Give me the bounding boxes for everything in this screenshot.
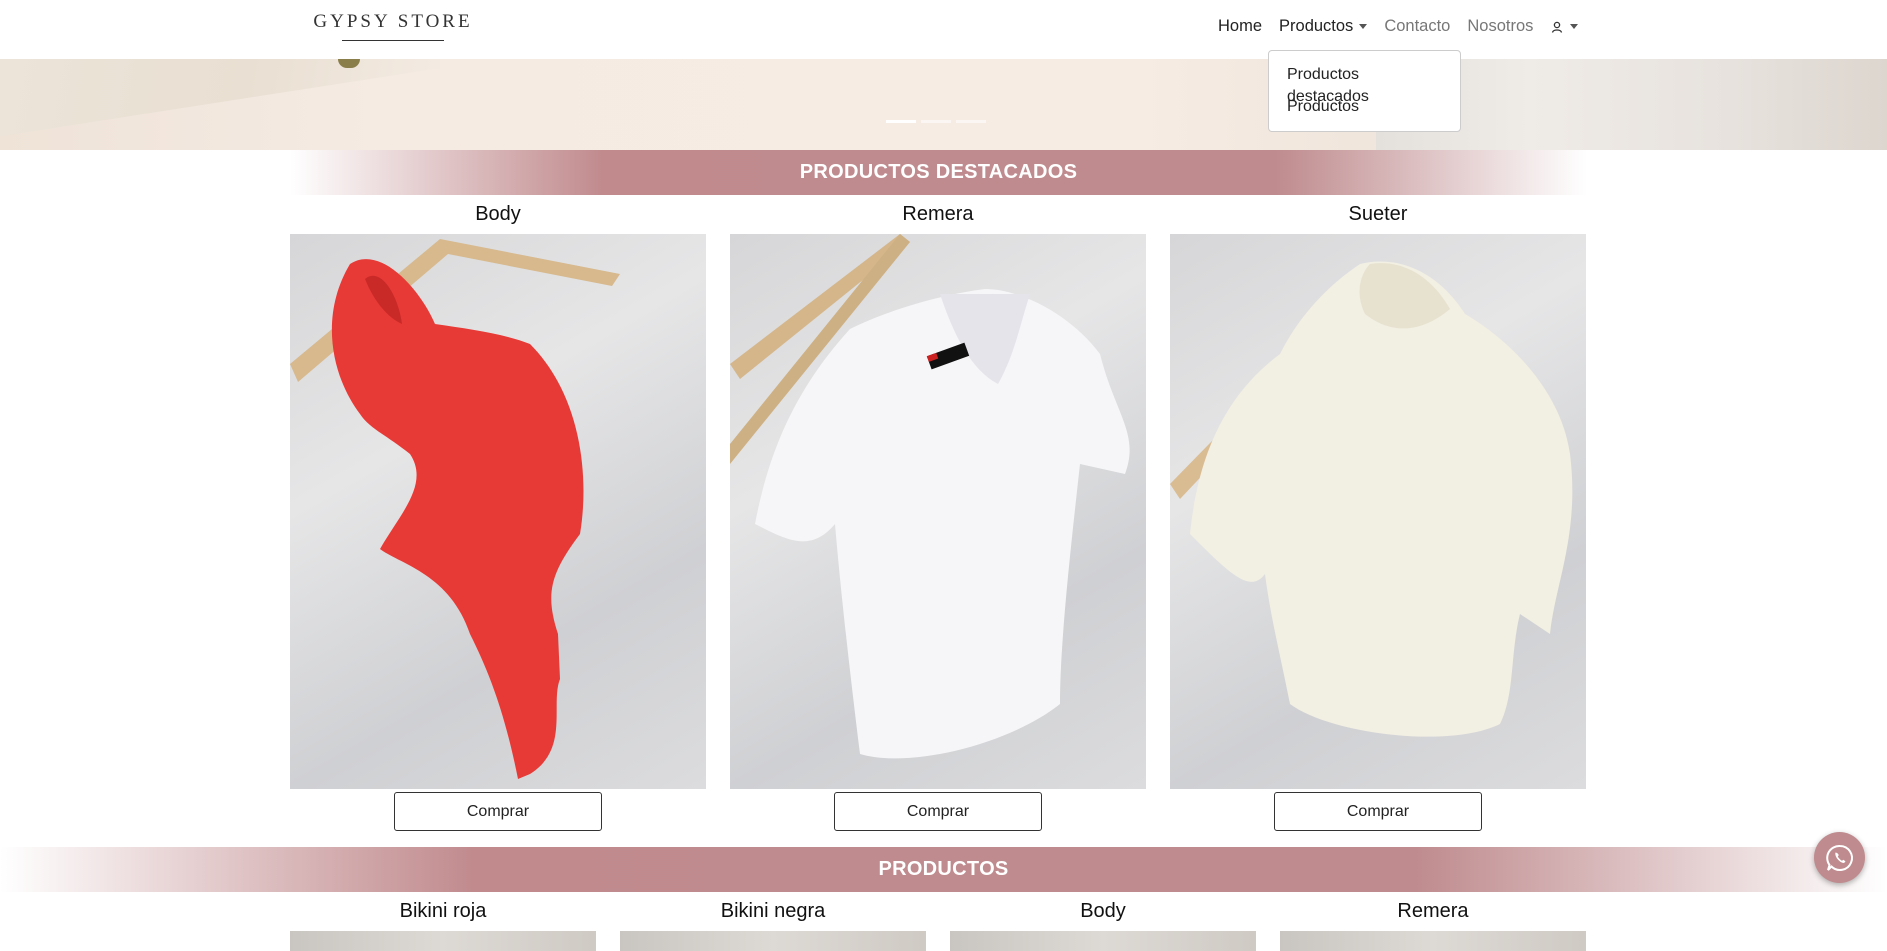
buy-button-remera[interactable]: Comprar <box>834 792 1042 831</box>
product-card-bikini-roja: Bikini roja <box>290 897 596 951</box>
product-card-bikini-negra: Bikini negra <box>620 897 926 951</box>
brand-underline <box>342 40 444 41</box>
product-image-sueter[interactable] <box>1170 234 1586 789</box>
product-image-remera[interactable] <box>730 234 1146 789</box>
carousel-indicators <box>886 120 986 123</box>
product-image-remera-2[interactable] <box>1280 931 1586 951</box>
body-photo <box>290 239 620 779</box>
nav-productos-label: Productos <box>1279 17 1354 35</box>
navbar: GYPSY STORE Home Productos Contacto Noso… <box>0 0 1887 59</box>
chevron-down-icon <box>1359 24 1368 30</box>
user-menu[interactable] <box>1550 17 1579 36</box>
hero-carousel <box>0 59 1887 150</box>
product-card-body: Body Comprar <box>290 200 706 831</box>
chevron-down-icon <box>1570 24 1579 30</box>
product-title: Remera <box>902 203 974 225</box>
product-title: Body <box>1080 900 1126 922</box>
whatsapp-icon <box>1825 844 1853 871</box>
buy-button-body[interactable]: Comprar <box>394 792 602 831</box>
carousel-indicator-1[interactable] <box>886 120 916 123</box>
product-title: Body <box>475 203 521 225</box>
products-section-heading: PRODUCTOS <box>0 847 1887 892</box>
brand-name: GYPSY STORE <box>313 11 473 32</box>
main-nav: Home Productos Contacto Nosotros <box>1218 17 1595 36</box>
product-title: Remera <box>1397 900 1469 922</box>
product-image-bikini-roja[interactable] <box>290 931 596 951</box>
featured-section-heading: PRODUCTOS DESTACADOS <box>290 150 1587 195</box>
hero-image-left <box>0 59 440 137</box>
carousel-indicator-3[interactable] <box>956 120 986 123</box>
productos-dropdown-menu: Productos destacados Productos <box>1268 50 1461 132</box>
product-card-sueter: Sueter Comprar <box>1170 200 1586 831</box>
sueter-photo <box>1170 261 1573 737</box>
nav-productos[interactable]: Productos <box>1279 17 1368 36</box>
carousel-indicator-2[interactable] <box>921 120 951 123</box>
whatsapp-button[interactable] <box>1814 832 1865 883</box>
nav-contacto[interactable]: Contacto <box>1384 17 1450 36</box>
brand-logo[interactable]: GYPSY STORE <box>309 11 477 41</box>
product-card-body-2: Body <box>950 897 1256 951</box>
product-card-remera-2: Remera <box>1280 897 1586 951</box>
buy-button-sueter[interactable]: Comprar <box>1274 792 1482 831</box>
nav-nosotros[interactable]: Nosotros <box>1467 17 1533 36</box>
product-title: Sueter <box>1348 203 1408 225</box>
product-title: Bikini negra <box>720 900 826 922</box>
product-image-body-2[interactable] <box>950 931 1256 951</box>
dropdown-item-productos-destacados[interactable]: Productos destacados <box>1269 64 1460 105</box>
product-image-body[interactable] <box>290 234 706 789</box>
product-image-bikini-negra[interactable] <box>620 931 926 951</box>
remera-photo <box>730 234 1130 759</box>
nav-home[interactable]: Home <box>1218 17 1262 36</box>
product-title: Bikini roja <box>399 900 487 922</box>
product-card-remera: Remera Comprar <box>730 200 1146 831</box>
user-icon <box>1552 21 1563 33</box>
